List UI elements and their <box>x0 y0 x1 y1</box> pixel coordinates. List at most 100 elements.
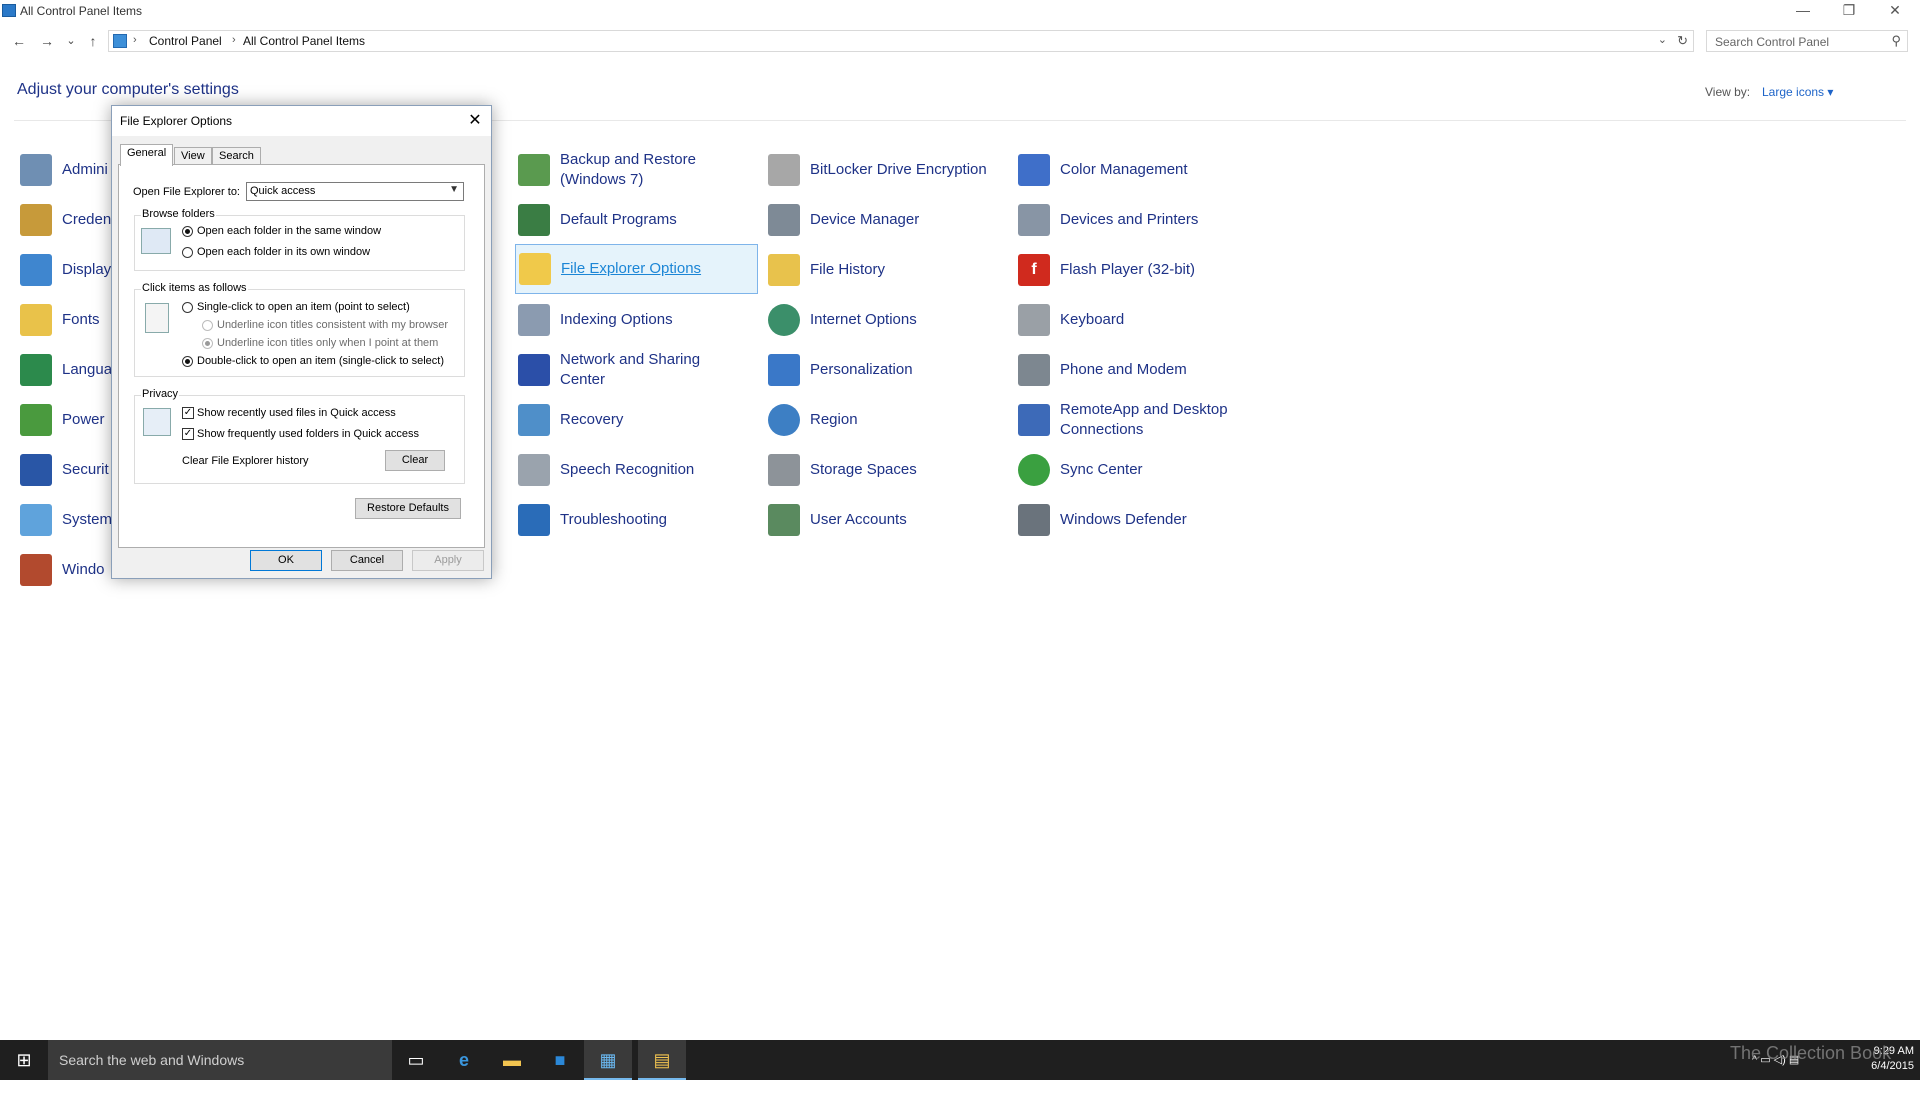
personalization-icon <box>768 354 800 386</box>
checkbox-frequent-folders[interactable]: ✓ <box>182 428 194 440</box>
storage-spaces-icon <box>768 454 800 486</box>
store-icon[interactable]: ■ <box>536 1040 584 1080</box>
view-by-dropdown[interactable]: Large icons ▾ <box>1762 85 1833 99</box>
file-explorer-options-dialog: File Explorer Options ✕ General View Sea… <box>111 105 492 579</box>
sync-center-icon <box>1018 454 1050 486</box>
minimize-button[interactable]: — <box>1780 0 1826 22</box>
cp-item[interactable]: Securit <box>20 447 109 493</box>
breadcrumb-all-items[interactable]: All Control Panel Items <box>243 34 365 48</box>
cp-item-user-accounts[interactable]: User Accounts <box>768 497 907 543</box>
breadcrumb-separator: › <box>232 34 236 46</box>
tab-general[interactable]: General <box>120 144 174 166</box>
address-dropdown-icon[interactable]: ⌄ <box>1658 33 1667 46</box>
breadcrumb-control-panel[interactable]: Control Panel <box>149 34 222 48</box>
browse-own-label: Open each folder in its own window <box>197 246 371 258</box>
taskbar-search-box[interactable]: Search the web and Windows <box>48 1040 392 1080</box>
open-to-select[interactable]: Quick access ▼ <box>246 182 464 201</box>
dialog-close-icon[interactable]: ✕ <box>463 109 487 133</box>
cp-item-file-history[interactable]: File History <box>768 247 885 293</box>
troubleshooting-icon <box>518 504 550 536</box>
apply-button[interactable]: Apply <box>412 550 484 571</box>
cp-item-internet-options[interactable]: Internet Options <box>768 297 917 343</box>
dialog-title: File Explorer Options <box>120 114 233 128</box>
close-button[interactable]: ✕ <box>1872 0 1918 22</box>
clear-button[interactable]: Clear <box>385 450 445 471</box>
start-button[interactable]: ⊞ <box>0 1040 48 1080</box>
open-to-value: Quick access <box>250 185 316 197</box>
task-view-icon[interactable]: ▭ <box>392 1040 440 1080</box>
cp-item-keyboard[interactable]: Keyboard <box>1018 297 1124 343</box>
cp-item[interactable]: System <box>20 497 112 543</box>
restore-button[interactable]: ❐ <box>1826 0 1872 22</box>
cp-item-phone-modem[interactable]: Phone and Modem <box>1018 347 1187 393</box>
up-icon[interactable]: ↑ <box>84 32 102 50</box>
cp-item[interactable]: Fonts <box>20 297 100 343</box>
cp-item-backup-restore[interactable]: Backup and Restore (Windows 7) <box>518 147 696 193</box>
cp-item-network-sharing[interactable]: Network and Sharing Center <box>518 347 700 393</box>
cp-item-troubleshooting[interactable]: Troubleshooting <box>518 497 667 543</box>
cp-item-color-management[interactable]: Color Management <box>1018 147 1188 193</box>
forward-icon[interactable]: → <box>38 32 56 50</box>
cp-item-region[interactable]: Region <box>768 397 858 443</box>
cancel-button[interactable]: Cancel <box>331 550 403 571</box>
recent-locations-icon[interactable]: ⌄ <box>62 32 80 50</box>
radio-underline-browser[interactable] <box>202 320 213 331</box>
taskbar-search-placeholder: Search the web and Windows <box>59 1052 245 1068</box>
cp-item-recovery[interactable]: Recovery <box>518 397 623 443</box>
radio-underline-point[interactable] <box>202 338 213 349</box>
page-title: Adjust your computer's settings <box>17 81 239 98</box>
folder-options-taskbar-icon[interactable]: ▤ <box>638 1040 686 1080</box>
search-icon[interactable]: ⚲ <box>1891 33 1901 49</box>
cp-item-windows-defender[interactable]: Windows Defender <box>1018 497 1187 543</box>
tab-view[interactable]: View <box>174 147 212 165</box>
ok-button[interactable]: OK <box>250 550 322 571</box>
radio-same-window[interactable] <box>182 226 193 237</box>
watermark-text: The Collection Book <box>1730 1043 1892 1063</box>
cp-item-indexing-options[interactable]: Indexing Options <box>518 297 673 343</box>
cp-item-personalization[interactable]: Personalization <box>768 347 913 393</box>
restore-defaults-button[interactable]: Restore Defaults <box>355 498 461 519</box>
single-click-label: Single-click to open an item (point to s… <box>197 301 410 313</box>
cp-item-file-explorer-options[interactable]: File Explorer Options <box>515 244 758 294</box>
control-panel-taskbar-icon[interactable]: ▦ <box>584 1040 632 1080</box>
chevron-down-icon: ▼ <box>449 184 459 195</box>
cp-item-remoteapp[interactable]: RemoteApp and Desktop Connections <box>1018 397 1228 443</box>
file-history-icon <box>768 254 800 286</box>
cp-item[interactable]: Power <box>20 397 105 443</box>
cp-item-flash-player[interactable]: f Flash Player (32-bit) <box>1018 247 1195 293</box>
click-items-title: Click items as follows <box>141 282 248 294</box>
control-panel-small-icon <box>113 34 127 48</box>
power-options-icon <box>20 404 52 436</box>
cp-item[interactable]: Creden <box>20 197 111 243</box>
cp-item-bitlocker[interactable]: BitLocker Drive Encryption <box>768 147 987 193</box>
control-panel-icon <box>2 4 16 17</box>
cp-item-devices-printers[interactable]: Devices and Printers <box>1018 197 1198 243</box>
cp-item-speech-recognition[interactable]: Speech Recognition <box>518 447 694 493</box>
radio-single-click[interactable] <box>182 302 193 313</box>
back-icon[interactable]: ← <box>10 32 28 50</box>
flash-player-icon: f <box>1018 254 1050 286</box>
credential-manager-icon <box>20 204 52 236</box>
edge-browser-icon[interactable]: e <box>440 1040 488 1080</box>
cp-item-storage-spaces[interactable]: Storage Spaces <box>768 447 917 493</box>
cp-item[interactable]: Display <box>20 247 111 293</box>
address-field[interactable]: › Control Panel › All Control Panel Item… <box>108 30 1694 52</box>
recovery-icon <box>518 404 550 436</box>
device-manager-icon <box>768 204 800 236</box>
cp-item-sync-center[interactable]: Sync Center <box>1018 447 1143 493</box>
search-input[interactable]: Search Control Panel ⚲ <box>1706 30 1908 52</box>
cp-item-default-programs[interactable]: Default Programs <box>518 197 677 243</box>
cp-item[interactable]: Windo <box>20 547 105 593</box>
cp-item-device-manager[interactable]: Device Manager <box>768 197 919 243</box>
tab-search[interactable]: Search <box>212 147 261 165</box>
file-explorer-icon[interactable]: ▬ <box>488 1040 536 1080</box>
privacy-icon <box>143 408 171 436</box>
click-items-group: Click items as follows Single-click to o… <box>134 282 465 377</box>
radio-double-click[interactable] <box>182 356 193 367</box>
security-maintenance-icon <box>20 454 52 486</box>
cp-item[interactable]: Langua <box>20 347 112 393</box>
checkbox-recent-files[interactable]: ✓ <box>182 407 194 419</box>
refresh-icon[interactable]: ↻ <box>1677 33 1688 49</box>
radio-own-window[interactable] <box>182 247 193 258</box>
cp-item[interactable]: Admini <box>20 147 108 193</box>
